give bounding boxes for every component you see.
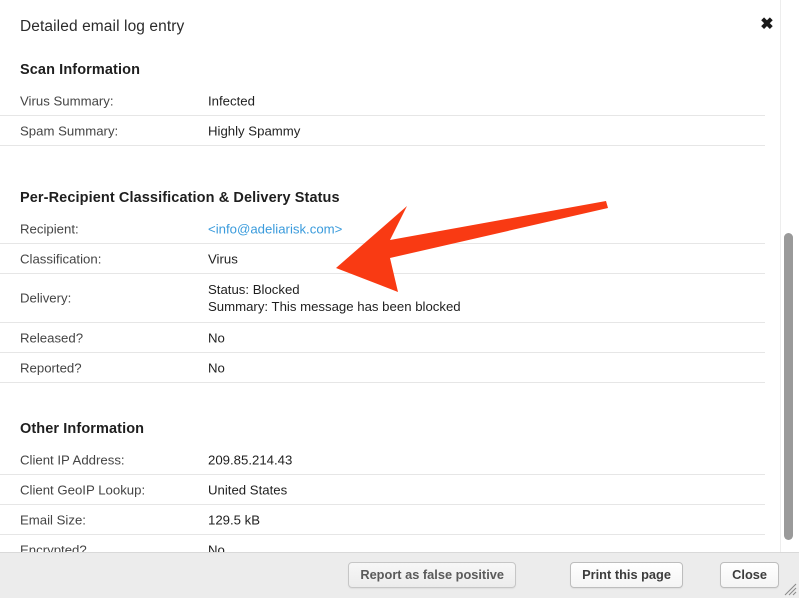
row-value: 209.85.214.43 — [208, 452, 293, 467]
dialog-footer: Report as false positive Print this page… — [0, 552, 799, 598]
page-title: Detailed email log entry — [20, 18, 185, 35]
close-button[interactable]: Close — [720, 562, 779, 588]
row-label: Client IP Address: — [20, 452, 125, 467]
table-row: Email Size: 129.5 kB — [0, 505, 765, 535]
section-rows: Client IP Address: 209.85.214.43 Client … — [0, 445, 783, 552]
row-label: Recipient: — [20, 221, 79, 236]
detailed-email-log-dialog: Detailed email log entry Scan Informatio… — [0, 0, 799, 598]
section-heading: Other Information — [20, 421, 145, 437]
close-icon[interactable]: ✖ — [757, 15, 777, 35]
table-row: Spam Summary: Highly Spammy — [0, 116, 765, 146]
table-row: Encrypted? No — [0, 535, 765, 552]
print-page-button[interactable]: Print this page — [570, 562, 683, 588]
row-label: Client GeoIP Lookup: — [20, 482, 146, 497]
section-rows: Virus Summary: Infected Spam Summary: Hi… — [0, 86, 783, 146]
table-row: Recipient: <info@adeliarisk.com> — [0, 214, 765, 244]
resize-grip-icon[interactable] — [783, 582, 797, 596]
table-row: Virus Summary: Infected — [0, 86, 765, 116]
table-row: Client IP Address: 209.85.214.43 — [0, 445, 765, 475]
dialog-content-scroll-area[interactable]: Detailed email log entry Scan Informatio… — [0, 0, 783, 552]
row-label: Released? — [20, 330, 84, 345]
row-label: Classification: — [20, 251, 102, 266]
row-value: Highly Spammy — [208, 123, 301, 138]
row-label: Encrypted? — [20, 542, 87, 552]
scrollbar-thumb[interactable] — [784, 233, 793, 540]
row-label: Spam Summary: — [20, 123, 119, 138]
delivery-summary-line: Summary: This message has been blocked — [208, 299, 461, 314]
row-label: Email Size: — [20, 512, 86, 527]
row-label: Reported? — [20, 360, 82, 375]
vertical-scrollbar[interactable] — [780, 0, 795, 552]
row-value: Virus — [208, 251, 238, 266]
table-row: Delivery: Status: Blocked Summary: This … — [0, 274, 765, 323]
delivery-status-line: Status: Blocked — [208, 282, 300, 297]
row-value: Status: Blocked Summary: This message ha… — [208, 281, 461, 315]
table-row: Client GeoIP Lookup: United States — [0, 475, 765, 505]
section-rows: Recipient: <info@adeliarisk.com> Classif… — [0, 214, 783, 383]
row-value: United States — [208, 482, 288, 497]
section-heading: Scan Information — [20, 62, 141, 78]
row-label: Virus Summary: — [20, 93, 114, 108]
row-label: Delivery: — [20, 290, 72, 306]
section-heading: Per-Recipient Classification & Delivery … — [20, 190, 340, 206]
report-false-positive-button[interactable]: Report as false positive — [348, 562, 516, 588]
row-value: 129.5 kB — [208, 512, 261, 527]
table-row: Released? No — [0, 323, 765, 353]
row-value: No — [208, 542, 225, 552]
row-value: No — [208, 330, 225, 345]
row-value: No — [208, 360, 225, 375]
table-row: Classification: Virus — [0, 244, 765, 274]
recipient-email-link[interactable]: <info@adeliarisk.com> — [208, 221, 342, 236]
row-value: Infected — [208, 93, 255, 108]
table-row: Reported? No — [0, 353, 765, 383]
